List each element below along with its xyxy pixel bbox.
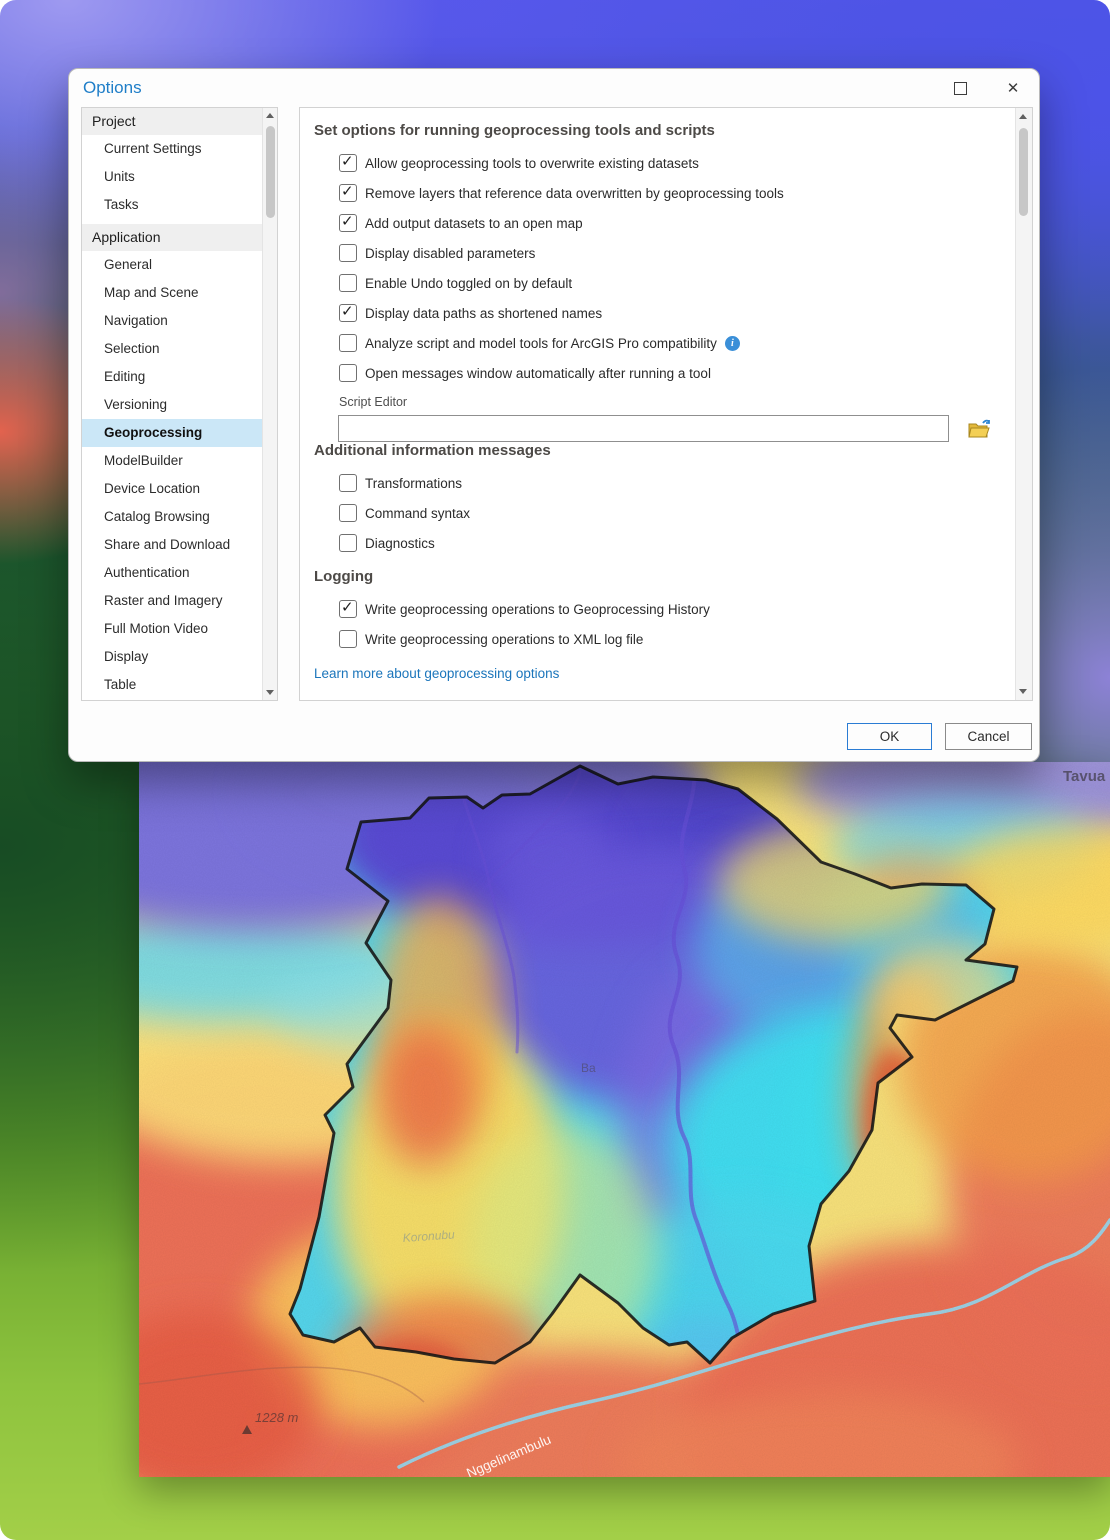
checkbox-label: Display disabled parameters <box>365 246 535 261</box>
sidebar-item-selection[interactable]: Selection <box>82 335 263 363</box>
checkbox-row: Remove layers that reference data overwr… <box>314 178 1015 208</box>
scroll-down-icon[interactable] <box>266 690 274 695</box>
sidebar-item-versioning[interactable]: Versioning <box>82 391 263 419</box>
sidebar-group-application: Application <box>82 224 263 251</box>
sidebar-scrollbar[interactable] <box>262 108 277 700</box>
checkbox-row: Enable Undo toggled on by default <box>314 268 1015 298</box>
sidebar-item-map-and-scene[interactable]: Map and Scene <box>82 279 263 307</box>
sidebar-item-device-location[interactable]: Device Location <box>82 475 263 503</box>
checkbox-open-messages-window[interactable] <box>339 364 357 382</box>
sidebar-item-editing[interactable]: Editing <box>82 363 263 391</box>
checkbox-label: Write geoprocessing operations to XML lo… <box>365 632 643 647</box>
scroll-down-icon[interactable] <box>1019 689 1027 694</box>
checkbox-diagnostics[interactable] <box>339 534 357 552</box>
sidebar-item-raster-and-imagery[interactable]: Raster and Imagery <box>82 587 263 615</box>
sidebar-item-current-settings[interactable]: Current Settings <box>82 135 263 163</box>
checkbox-enable-undo[interactable] <box>339 274 357 292</box>
panel-heading: Set options for running geoprocessing to… <box>314 122 1015 139</box>
checkbox-group-main: Allow geoprocessing tools to overwrite e… <box>314 148 1015 388</box>
scroll-up-icon[interactable] <box>1019 114 1027 119</box>
sidebar-item-general[interactable]: General <box>82 251 263 279</box>
checkbox-row: Add output datasets to an open map <box>314 208 1015 238</box>
checkbox-label: Open messages window automatically after… <box>365 366 711 381</box>
options-sidebar: Project Current Settings Units Tasks App… <box>81 107 278 701</box>
panel-scrollbar-thumb[interactable] <box>1019 128 1028 216</box>
section-heading-additional-info: Additional information messages <box>314 442 1015 459</box>
cancel-button[interactable]: Cancel <box>945 723 1032 750</box>
map-canvas[interactable]: Tavua Ba Koronubu Nggelinambulu 1228 m <box>139 762 1110 1477</box>
elevation-map: Tavua Ba Koronubu Nggelinambulu 1228 m <box>139 762 1110 1477</box>
maximize-button[interactable] <box>949 78 971 98</box>
checkbox-label: Add output datasets to an open map <box>365 216 583 231</box>
sidebar-item-table[interactable]: Table <box>82 671 263 699</box>
checkbox-label: Allow geoprocessing tools to overwrite e… <box>365 156 699 171</box>
checkbox-group-logging: Write geoprocessing operations to Geopro… <box>314 594 1015 654</box>
sidebar-item-units[interactable]: Units <box>82 163 263 191</box>
checkbox-overwrite-datasets[interactable] <box>339 154 357 172</box>
sidebar-item-catalog-browsing[interactable]: Catalog Browsing <box>82 503 263 531</box>
checkbox-add-output-datasets[interactable] <box>339 214 357 232</box>
open-folder-icon <box>968 419 992 439</box>
sidebar-item-full-motion-video[interactable]: Full Motion Video <box>82 615 263 643</box>
checkbox-row: Write geoprocessing operations to Geopro… <box>314 594 1015 624</box>
script-editor-label: Script Editor <box>339 395 1015 409</box>
maximize-icon <box>954 82 967 95</box>
sidebar-item-authentication[interactable]: Authentication <box>82 559 263 587</box>
checkbox-remove-layers[interactable] <box>339 184 357 202</box>
checkbox-label: Enable Undo toggled on by default <box>365 276 572 291</box>
checkbox-write-xml-log[interactable] <box>339 630 357 648</box>
checkbox-command-syntax[interactable] <box>339 504 357 522</box>
close-icon: ✕ <box>1007 79 1020 97</box>
map-label-peak: 1228 m <box>255 1410 299 1425</box>
sidebar-list: Project Current Settings Units Tasks App… <box>82 108 263 699</box>
checkbox-row: Transformations <box>314 468 1015 498</box>
sidebar-item-geoprocessing[interactable]: Geoprocessing <box>82 419 263 447</box>
sidebar-item-modelbuilder[interactable]: ModelBuilder <box>82 447 263 475</box>
checkbox-row: Diagnostics <box>314 528 1015 558</box>
terrain-texture <box>139 762 1110 1477</box>
map-label-river: Ba <box>581 1061 596 1075</box>
checkbox-label: Write geoprocessing operations to Geopro… <box>365 602 710 617</box>
checkbox-label: Transformations <box>365 476 462 491</box>
sidebar-item-navigation[interactable]: Navigation <box>82 307 263 335</box>
checkbox-row: Allow geoprocessing tools to overwrite e… <box>314 148 1015 178</box>
desktop: Tavua Ba Koronubu Nggelinambulu 1228 m O… <box>0 0 1110 1540</box>
script-editor-input[interactable] <box>338 415 949 442</box>
close-button[interactable]: ✕ <box>1002 78 1024 98</box>
dialog-title: Options <box>83 78 142 98</box>
checkbox-shortened-paths[interactable] <box>339 304 357 322</box>
learn-more-link[interactable]: Learn more about geoprocessing options <box>314 666 559 681</box>
checkbox-label: Command syntax <box>365 506 470 521</box>
info-icon[interactable]: i <box>725 336 740 351</box>
sidebar-item-tasks[interactable]: Tasks <box>82 191 263 219</box>
sidebar-scrollbar-thumb[interactable] <box>266 126 275 218</box>
section-heading-logging: Logging <box>314 568 1015 585</box>
panel-scrollbar[interactable] <box>1015 108 1032 700</box>
checkbox-row: Open messages window automatically after… <box>314 358 1015 388</box>
sidebar-item-share-and-download[interactable]: Share and Download <box>82 531 263 559</box>
checkbox-transformations[interactable] <box>339 474 357 492</box>
checkbox-label: Display data paths as shortened names <box>365 306 602 321</box>
ok-button[interactable]: OK <box>847 723 932 750</box>
checkbox-row: Display disabled parameters <box>314 238 1015 268</box>
scroll-up-icon[interactable] <box>266 113 274 118</box>
browse-folder-button[interactable] <box>967 417 993 441</box>
script-editor-row <box>338 415 1015 442</box>
checkbox-write-gp-history[interactable] <box>339 600 357 618</box>
checkbox-label: Diagnostics <box>365 536 435 551</box>
checkbox-row: Write geoprocessing operations to XML lo… <box>314 624 1015 654</box>
checkbox-row: Display data paths as shortened names <box>314 298 1015 328</box>
sidebar-item-display[interactable]: Display <box>82 643 263 671</box>
map-label-town: Tavua <box>1063 768 1106 785</box>
checkbox-label: Analyze script and model tools for ArcGI… <box>365 336 717 351</box>
sidebar-group-project: Project <box>82 108 263 135</box>
options-dialog: Options ✕ Project Current Settings Units… <box>68 68 1040 762</box>
checkbox-analyze-compatibility[interactable] <box>339 334 357 352</box>
checkbox-group-additional: Transformations Command syntax Diagnosti… <box>314 468 1015 558</box>
geoprocessing-panel: Set options for running geoprocessing to… <box>299 107 1033 701</box>
checkbox-label: Remove layers that reference data overwr… <box>365 186 784 201</box>
checkbox-display-disabled-parameters[interactable] <box>339 244 357 262</box>
checkbox-row: Analyze script and model tools for ArcGI… <box>314 328 1015 358</box>
checkbox-row: Command syntax <box>314 498 1015 528</box>
